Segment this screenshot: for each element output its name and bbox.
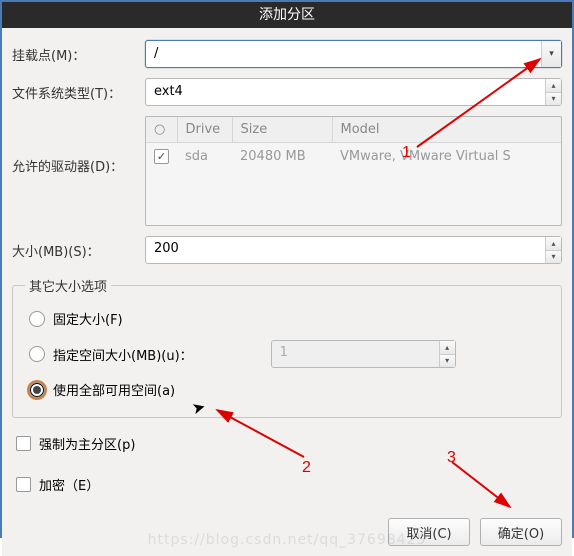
fillto-spinner: ▴ ▾ (439, 341, 455, 367)
ok-button[interactable]: 确定(O) (480, 518, 562, 546)
drive-size-cell: 20480 MB (232, 143, 332, 171)
size-value[interactable]: 200 (146, 237, 545, 263)
caret-down-icon: ▾ (440, 355, 455, 368)
primary-row[interactable]: 强制为主分区(p) (12, 428, 562, 459)
radio-fillto[interactable] (29, 346, 45, 362)
drives-header-drive[interactable]: Drive (177, 117, 232, 143)
drives-header-model[interactable]: Model (332, 117, 561, 143)
drives-header-size[interactable]: Size (232, 117, 332, 143)
drive-name-cell: sda (177, 143, 232, 171)
primary-label: 强制为主分区(p) (39, 434, 135, 453)
fs-type-value[interactable]: ext4 (146, 79, 545, 105)
fs-type-combo[interactable]: ext4 ▴ ▾ (145, 78, 562, 106)
size-options-legend: 其它大小选项 (25, 276, 111, 295)
fs-type-spinner[interactable]: ▴ ▾ (545, 79, 561, 105)
size-options-group: 其它大小选项 固定大小(F) 指定空间大小(MB)(u)： 1 ▴ ▾ 使 (12, 276, 562, 418)
radio-fixed[interactable] (29, 311, 45, 327)
drives-row: 允许的驱动器(D)： ○ Drive Size Model (12, 116, 562, 226)
table-row[interactable]: sda 20480 MB VMware, VMware Virtual S (146, 143, 561, 171)
encrypt-row[interactable]: 加密（E） (12, 469, 562, 500)
size-spin[interactable]: 200 ▴ ▾ (145, 236, 562, 264)
caret-up-icon[interactable]: ▴ (546, 237, 561, 251)
mount-point-value[interactable]: / (146, 41, 541, 67)
radio-fixed-row[interactable]: 固定大小(F) (25, 303, 549, 334)
radio-fillto-label: 指定空间大小(MB)(u)： (53, 345, 193, 364)
radio-fillmax[interactable] (29, 382, 45, 398)
size-label: 大小(MB)(S)： (12, 241, 137, 260)
radio-fixed-label: 固定大小(F) (53, 309, 123, 328)
mount-point-dropdown-button[interactable]: ▾ (541, 41, 561, 67)
drives-label: 允许的驱动器(D)： (12, 116, 137, 175)
cancel-button[interactable]: 取消(C) (388, 518, 470, 546)
caret-up-icon: ▴ (440, 341, 455, 355)
encrypt-checkbox[interactable] (16, 477, 31, 492)
chevron-down-icon: ▾ (549, 49, 554, 59)
radio-fillmax-label: 使用全部可用空间(a) (53, 380, 175, 399)
drive-model-cell: VMware, VMware Virtual S (332, 143, 561, 171)
drives-table[interactable]: ○ Drive Size Model sda 20480 MB VMware, … (145, 116, 562, 226)
primary-checkbox[interactable] (16, 436, 31, 451)
mount-point-combo[interactable]: / ▾ (145, 40, 562, 68)
fs-type-label: 文件系统类型(T)： (12, 83, 137, 102)
dialog-window: 添加分区 挂载点(M)： / ▾ 文件系统类型(T)： ext4 (0, 0, 574, 538)
caret-up-icon[interactable]: ▴ (546, 79, 561, 93)
size-spinner[interactable]: ▴ ▾ (545, 237, 561, 263)
button-row: 取消(C) 确定(O) (12, 510, 562, 546)
drive-check-icon[interactable] (154, 149, 169, 164)
mount-point-label: 挂载点(M)： (12, 45, 137, 64)
radio-fillmax-row[interactable]: 使用全部可用空间(a) (25, 374, 549, 405)
size-row: 大小(MB)(S)： 200 ▴ ▾ (12, 236, 562, 264)
fillto-value: 1 (272, 341, 439, 367)
dialog-content: 挂载点(M)： / ▾ 文件系统类型(T)： ext4 ▴ ▾ (2, 28, 572, 556)
mount-point-row: 挂载点(M)： / ▾ (12, 40, 562, 68)
fs-type-row: 文件系统类型(T)： ext4 ▴ ▾ (12, 78, 562, 106)
drives-header-check[interactable]: ○ (146, 117, 177, 143)
window-title: 添加分区 (259, 7, 315, 23)
fillto-spin: 1 ▴ ▾ (271, 340, 456, 368)
title-bar: 添加分区 (2, 2, 572, 28)
encrypt-label: 加密（E） (39, 475, 99, 494)
caret-down-icon[interactable]: ▾ (546, 251, 561, 264)
radio-fillto-row[interactable]: 指定空间大小(MB)(u)： 1 ▴ ▾ (25, 334, 549, 374)
caret-down-icon[interactable]: ▾ (546, 93, 561, 106)
